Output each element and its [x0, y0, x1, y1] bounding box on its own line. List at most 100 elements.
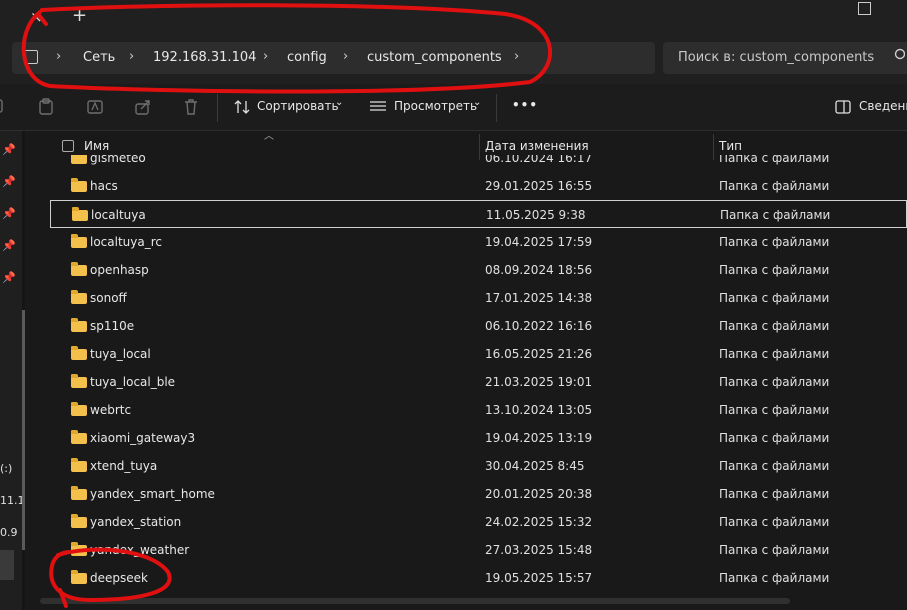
search-placeholder: Поиск в: custom_components: [678, 50, 875, 65]
column-name[interactable]: Имя: [84, 139, 109, 153]
file-type: Папка с файлами: [720, 208, 831, 222]
file-date: 06.10.2022 16:16: [485, 319, 593, 333]
file-row-tuya-local-ble[interactable]: tuya_local_ble 21.03.2025 19:01 Папка с фа…: [50, 368, 907, 396]
file-row-webrtc[interactable]: webrtc 13.10.2024 13:05 Папка с файлами: [50, 396, 907, 424]
view-icon[interactable]: [369, 100, 387, 117]
breadcrumb-chevron-icon[interactable]: ›: [343, 49, 348, 64]
nav-item-network-1[interactable]: 11.1: [0, 494, 25, 507]
file-date: 11.05.2025 9:38: [486, 208, 586, 222]
file-row-yandex-weather[interactable]: yandex_weather 27.03.2025 15:48 Папка с фа…: [50, 536, 907, 564]
column-modified[interactable]: Дата изменения: [485, 139, 589, 153]
breadcrumb-host[interactable]: 192.168.31.104: [153, 50, 256, 65]
file-date: 13.10.2024 13:05: [485, 403, 593, 417]
file-date: 27.03.2025 15:48: [485, 543, 593, 557]
nav-item-selected[interactable]: [0, 550, 14, 580]
file-row-sp110e[interactable]: sp110e 06.10.2022 16:16 Папка с файлами: [50, 312, 907, 340]
breadcrumb-chevron-icon[interactable]: ›: [129, 49, 134, 64]
details-pane-icon[interactable]: [835, 100, 851, 117]
breadcrumb-chevron-icon[interactable]: ›: [514, 49, 519, 64]
file-name[interactable]: xtend_tuya: [90, 459, 157, 473]
file-row-localtuya[interactable]: localtuya 11.05.2025 9:38 Папка с файлами: [50, 200, 907, 228]
select-all-checkbox[interactable]: [62, 140, 74, 152]
file-name[interactable]: yandex_smart_home: [90, 487, 215, 501]
file-row-deepseek[interactable]: deepseek 19.05.2025 15:57 Папка с файлами: [50, 564, 907, 592]
folder-icon: [71, 290, 87, 304]
folder-icon: [71, 486, 87, 500]
file-date: 16.05.2025 21:26: [485, 347, 593, 361]
file-date: 24.02.2025 15:32: [485, 515, 593, 529]
column-separator[interactable]: [713, 134, 714, 160]
sort-icon[interactable]: [233, 98, 251, 119]
delete-icon[interactable]: [182, 98, 200, 120]
more-options-button[interactable]: •••: [512, 98, 538, 112]
file-name[interactable]: yandex_station: [90, 515, 181, 529]
file-name[interactable]: yandex_weather: [90, 543, 189, 557]
toolbar-separator: [496, 94, 497, 122]
breadcrumb-chevron-icon[interactable]: ›: [56, 49, 61, 64]
file-row-xiaomi-gateway3[interactable]: xiaomi_gateway3 19.04.2025 13:19 Папка с ф…: [50, 424, 907, 452]
search-icon[interactable]: [893, 48, 906, 66]
pin-icon[interactable]: 📌: [2, 271, 16, 284]
breadcrumb-chevron-icon[interactable]: ›: [263, 49, 268, 64]
folder-icon: [72, 207, 88, 221]
view-button[interactable]: Просмотреть: [394, 99, 477, 113]
header-background: [25, 131, 907, 155]
chevron-down-icon[interactable]: ⌄: [473, 97, 481, 108]
horizontal-scrollbar[interactable]: [40, 598, 790, 604]
file-row-openhasp[interactable]: openhasp 08.09.2024 18:56 Папка с файлами: [50, 256, 907, 284]
file-name[interactable]: xiaomi_gateway3: [90, 431, 195, 445]
details-button[interactable]: Сведени: [859, 99, 907, 113]
file-row-yandex-smart-home[interactable]: yandex_smart_home 20.01.2025 20:38 Папка с…: [50, 480, 907, 508]
column-type[interactable]: Тип: [719, 139, 742, 153]
file-name[interactable]: sonoff: [90, 291, 127, 305]
chevron-down-icon[interactable]: ⌄: [335, 97, 343, 108]
file-date: 19.04.2025 13:19: [485, 431, 593, 445]
folder-icon: [71, 514, 87, 528]
file-row-tuya-local[interactable]: tuya_local 16.05.2025 21:26 Папка с файлам…: [50, 340, 907, 368]
file-date: 29.01.2025 16:55: [485, 179, 593, 193]
file-name[interactable]: sp110e: [90, 319, 134, 333]
file-row-yandex-station[interactable]: yandex_station 24.02.2025 15:32 Папка с фа…: [50, 508, 907, 536]
breadcrumb-custom-components[interactable]: custom_components: [367, 50, 502, 65]
file-row-sonoff[interactable]: sonoff 17.01.2025 14:38 Папка с файлами: [50, 284, 907, 312]
close-tab-icon[interactable]: ×: [30, 8, 43, 26]
file-name[interactable]: openhasp: [90, 263, 149, 277]
breadcrumb-network[interactable]: Сеть: [83, 50, 115, 65]
file-row-localtuya-rc[interactable]: localtuya_rc 19.04.2025 17:59 Папка с файл…: [50, 228, 907, 256]
file-name[interactable]: hacs: [90, 179, 118, 193]
toolbar-separator: [217, 94, 218, 122]
file-name[interactable]: localtuya_rc: [90, 235, 162, 249]
share-icon[interactable]: [134, 98, 152, 120]
nav-item-drive[interactable]: (:): [0, 462, 12, 475]
file-name[interactable]: webrtc: [90, 403, 131, 417]
file-type: Папка с файлами: [719, 319, 830, 333]
copy-icon[interactable]: [0, 98, 6, 118]
browser-tab[interactable]: [0, 6, 58, 32]
file-name[interactable]: tuya_local_ble: [90, 375, 175, 389]
column-separator[interactable]: [479, 134, 480, 160]
file-type: Папка с файлами: [719, 263, 830, 277]
sort-button[interactable]: Сортировать: [257, 99, 339, 113]
file-name[interactable]: tuya_local: [90, 347, 151, 361]
file-type: Папка с файлами: [719, 403, 830, 417]
file-row-xtend-tuya[interactable]: xtend_tuya 30.04.2025 8:45 Папка с файлами: [50, 452, 907, 480]
paste-icon[interactable]: [37, 98, 55, 120]
file-type: Папка с файлами: [719, 179, 830, 193]
breadcrumb-config[interactable]: config: [287, 50, 327, 65]
rename-icon[interactable]: [86, 98, 104, 120]
file-row-hacs[interactable]: hacs 29.01.2025 16:55 Папка с файлами: [50, 172, 907, 200]
new-tab-button[interactable]: +: [72, 5, 87, 26]
location-icon: [24, 50, 38, 64]
file-name[interactable]: localtuya: [91, 208, 146, 222]
pin-icon[interactable]: 📌: [2, 175, 16, 188]
folder-icon: [71, 374, 87, 388]
pin-icon[interactable]: 📌: [2, 143, 16, 156]
sort-arrow-icon: ︿: [264, 131, 274, 142]
file-name[interactable]: deepseek: [90, 571, 148, 585]
file-type: Папка с файлами: [719, 515, 830, 529]
pin-icon[interactable]: 📌: [2, 207, 16, 220]
nav-item-network-2[interactable]: 0.9: [0, 526, 18, 539]
maximize-icon[interactable]: [858, 2, 871, 15]
pin-icon[interactable]: 📌: [2, 239, 16, 252]
folder-icon: [71, 318, 87, 332]
